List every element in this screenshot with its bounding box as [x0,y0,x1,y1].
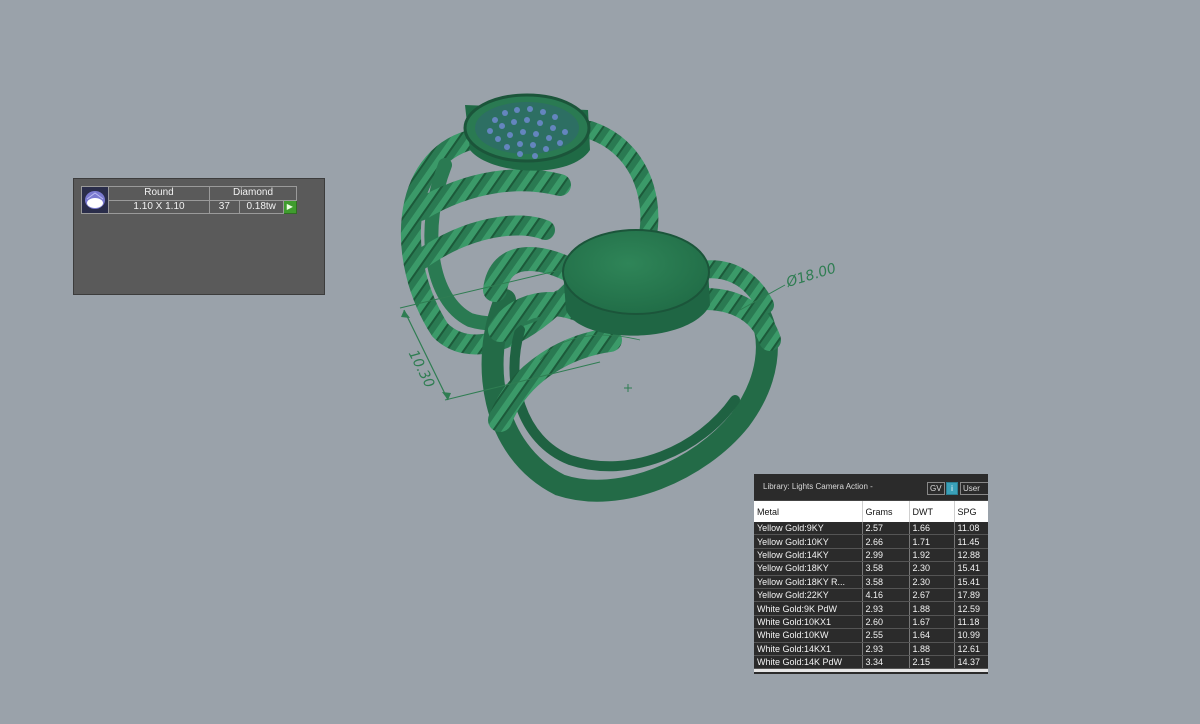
metal-dwt: 2.30 [909,561,955,576]
metal-name: Yellow Gold:18KY R... [754,575,863,589]
metal-library-panel: Library: Lights Camera Action - GV i Use… [754,474,988,674]
table-row[interactable]: White Gold:9K PdW 2.93 1.88 12.59 [754,601,988,616]
metal-grams: 3.58 [862,575,910,589]
metal-name: Yellow Gold:10KY [754,534,863,549]
metal-name: Yellow Gold:9KY [754,522,863,536]
info-button[interactable]: i [946,482,958,495]
library-title: Library: Lights Camera Action - [763,482,873,491]
metal-grams: 2.93 [862,642,910,656]
metal-name: Yellow Gold:22KY [754,588,863,603]
metal-name: White Gold:9K PdW [754,601,863,616]
metal-grams: 3.58 [862,561,910,576]
metal-spg: 14.37 [954,655,988,670]
table-row[interactable]: Yellow Gold:22KY 4.16 2.67 17.89 [754,588,988,603]
play-icon[interactable]: ▶ [282,199,298,214]
table-footer-bar [754,669,988,673]
metal-spg: 12.61 [954,642,988,656]
table-row[interactable]: White Gold:14KX1 2.93 1.88 12.61 [754,642,988,656]
metal-grams: 4.16 [862,588,910,603]
metal-weight-table: Metal Grams DWT SPG Yellow Gold:9KY 2.57 1… [754,501,988,670]
metal-dwt: 1.92 [909,548,955,563]
round-gem-icon [82,187,108,213]
metal-spg: 11.45 [954,534,988,549]
metal-name: White Gold:14K PdW [754,655,863,670]
metal-dwt: 1.64 [909,628,955,643]
gem-weight: 0.18tw [238,199,284,214]
gem-size: 1.10 X 1.10 [108,199,210,214]
metal-dwt: 1.88 [909,601,955,616]
metal-spg: 12.88 [954,548,988,563]
table-row[interactable]: Yellow Gold:9KY 2.57 1.66 11.08 [754,522,988,536]
metal-spg: 12.59 [954,601,988,616]
metal-grams: 2.60 [862,615,910,630]
metal-name: White Gold:10KW [754,628,863,643]
table-row[interactable]: Yellow Gold:14KY 2.99 1.92 12.88 [754,548,988,563]
metal-dwt: 2.67 [909,588,955,603]
gem-info-panel: Round Diamond 1.10 X 1.10 37 0.18tw ▶ [73,178,325,295]
diameter-dimension: Ø18.00 [784,261,839,292]
metal-spg: 17.89 [954,588,988,603]
metal-spg: 10.99 [954,628,988,643]
column-header-grams[interactable]: Grams [862,501,910,522]
gem-thumbnail[interactable] [81,186,109,214]
column-header-metal[interactable]: Metal [754,501,863,522]
metal-name: White Gold:14KX1 [754,642,863,656]
metal-dwt: 2.30 [909,575,955,589]
metal-dwt: 1.66 [909,522,955,536]
metal-dwt: 2.15 [909,655,955,670]
column-header-dwt[interactable]: DWT [909,501,955,522]
gem-table: Round Diamond 1.10 X 1.10 37 0.18tw ▶ [81,186,298,214]
metal-grams: 2.57 [862,522,910,536]
gem-shape: Round [108,186,210,201]
metal-name: White Gold:10KX1 [754,615,863,630]
metal-grams: 2.93 [862,601,910,616]
gem-material: Diamond [209,186,297,201]
gem-count: 37 [209,199,240,214]
metal-grams: 2.55 [862,628,910,643]
table-row[interactable]: Yellow Gold:18KY 3.58 2.30 15.41 [754,561,988,576]
table-row[interactable]: Yellow Gold:18KY R... 3.58 2.30 15.41 [754,575,988,589]
metal-spg: 15.41 [954,575,988,589]
metal-name: Yellow Gold:14KY [754,548,863,563]
table-row[interactable]: White Gold:10KW 2.55 1.64 10.99 [754,628,988,643]
user-button[interactable]: User [960,482,988,495]
metal-spg: 11.08 [954,522,988,536]
table-row[interactable]: Yellow Gold:10KY 2.66 1.71 11.45 [754,534,988,549]
table-row[interactable]: White Gold:14K PdW 3.34 2.15 14.37 [754,655,988,670]
metal-grams: 2.66 [862,534,910,549]
metal-grams: 2.99 [862,548,910,563]
metal-spg: 15.41 [954,561,988,576]
front-ring-model[interactable] [481,229,781,502]
column-header-spg[interactable]: SPG [954,501,988,522]
metal-dwt: 1.88 [909,642,955,656]
table-row[interactable]: White Gold:10KX1 2.60 1.67 11.18 [754,615,988,630]
metal-spg: 11.18 [954,615,988,630]
library-header: Library: Lights Camera Action - GV i Use… [754,474,988,501]
metal-dwt: 1.67 [909,615,955,630]
metal-name: Yellow Gold:18KY [754,561,863,576]
gv-button[interactable]: GV [927,482,945,495]
3d-viewport[interactable]: 10.30 Ø18.00 [0,0,1200,724]
metal-dwt: 1.71 [909,534,955,549]
metal-grams: 3.34 [862,655,910,670]
